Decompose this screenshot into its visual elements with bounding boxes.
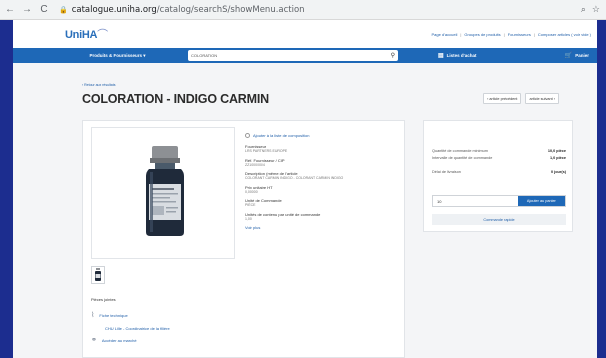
product-image[interactable] [91,127,235,259]
quantity-interval-row: Intervalle de quantité de commande 1,0 pi… [432,156,566,160]
vial-thumbnail-icon [95,268,101,281]
search-input[interactable] [191,51,371,60]
field-supplier-ref: Réf. Fournisseur / CIP ZZ1000/00/4 [245,157,285,167]
article-navigation: ‹ article précédent article suivant › [479,93,559,104]
top-link-suppliers[interactable]: Fournisseurs [508,32,531,37]
screenshot-frame: ← → C 🔒 catalogue.uniha.org /catalog/sea… [0,0,606,358]
field-order-unit: Unité de Commande pièce [245,198,282,207]
product-thumbnail[interactable] [91,266,105,284]
url-path: /catalog/searchS/showMenu.action [156,4,305,15]
product-card: Pièces jointes ⌇ Fiche technique CHU Lil… [82,120,405,358]
see-more-link[interactable]: Voir plus [245,225,395,230]
main-menu-bar: Produits & Fournisseurs ▾ ⚲ ▤ Listes d'a… [13,48,597,63]
quantity-input[interactable] [433,196,518,206]
page-title: COLORATION - INDIGO CARMIN [82,92,269,106]
address-bar[interactable]: 🔒 catalogue.uniha.org /catalog/searchS/s… [59,3,579,17]
back-to-results-link[interactable]: ‹ Retour aux résultats [82,83,115,87]
top-link-groups[interactable]: Groupes de produits [464,32,500,37]
attachments-title: Pièces jointes [91,297,116,302]
paperclip-icon: ⌇ [91,312,95,319]
technical-sheet-link[interactable]: ⌇ Fiche technique [91,311,128,319]
forward-button[interactable]: → [20,3,34,17]
top-link-compose[interactable]: Composer articles ( voir vide ) [538,32,591,37]
link-icon: ⚭ [91,337,97,344]
top-links: Page d'accueil | Groupes de produits | F… [431,31,591,37]
list-icon: ▤ [438,53,444,59]
quick-order-button[interactable]: Commande rapide [432,214,566,225]
field-unit-price: Prix unitaire HT 0,00000 [245,184,273,194]
purchase-lists-link[interactable]: ▤ Listes d'achat [438,52,477,59]
add-to-composition-link[interactable]: Ajouter à la liste de composition [245,133,395,138]
add-to-cart-button[interactable]: Ajouter au panier [517,196,565,206]
quantity-row: Ajouter au panier [432,195,566,207]
field-supplier: Fournisseur LRS PARTNERS EUROPE [245,144,288,153]
url-host: catalogue.uniha.org [71,4,157,15]
products-suppliers-menu[interactable]: Produits & Fournisseurs ▾ [65,53,170,59]
star-icon[interactable]: ☆ [592,4,600,15]
reload-button[interactable]: C [37,3,51,17]
top-link-home[interactable]: Page d'accueil [431,32,457,37]
delivery-delay-row: Délai de livraison 0 jour(s) [432,170,566,174]
uniha-logo[interactable]: UniHA⌒ [65,26,108,42]
vial-illustration [146,146,184,236]
search-box: ⚲ [188,50,398,61]
market-access-link[interactable]: ⚭ Accéder au marché [91,336,137,344]
browser-toolbar: ← → C 🔒 catalogue.uniha.org /catalog/sea… [0,0,606,20]
search-icon[interactable]: ⚲ [391,52,395,59]
cart-link[interactable]: 🛒 Panier [565,52,589,59]
composition-radio[interactable] [245,133,250,138]
product-details: Ajouter à la liste de composition Fourni… [245,133,395,230]
next-article-button[interactable]: article suivant › [525,93,559,104]
lock-icon: 🔒 [59,5,68,14]
cart-icon: 🛒 [564,53,573,59]
previous-article-button[interactable]: ‹ article précédent [483,93,522,104]
field-description: Description (même de l'article COLORANT … [245,171,344,180]
min-quantity-row: Quantité de commande minimum 10,0 pièce [432,149,566,153]
chu-lille-link[interactable]: CHU Lille - Coordinatrice de la filière [105,326,170,331]
site-viewport: UniHA⌒ Page d'accueil | Groupes de produ… [13,20,597,358]
field-content-units: Unités de contenu par unité de commande … [245,211,321,221]
site-header: UniHA⌒ Page d'accueil | Groupes de produ… [13,20,597,48]
zoom-icon[interactable]: ⌕ [581,4,586,15]
back-button[interactable]: ← [3,3,17,17]
order-card: Quantité de commande minimum 10,0 pièce I… [423,120,573,232]
